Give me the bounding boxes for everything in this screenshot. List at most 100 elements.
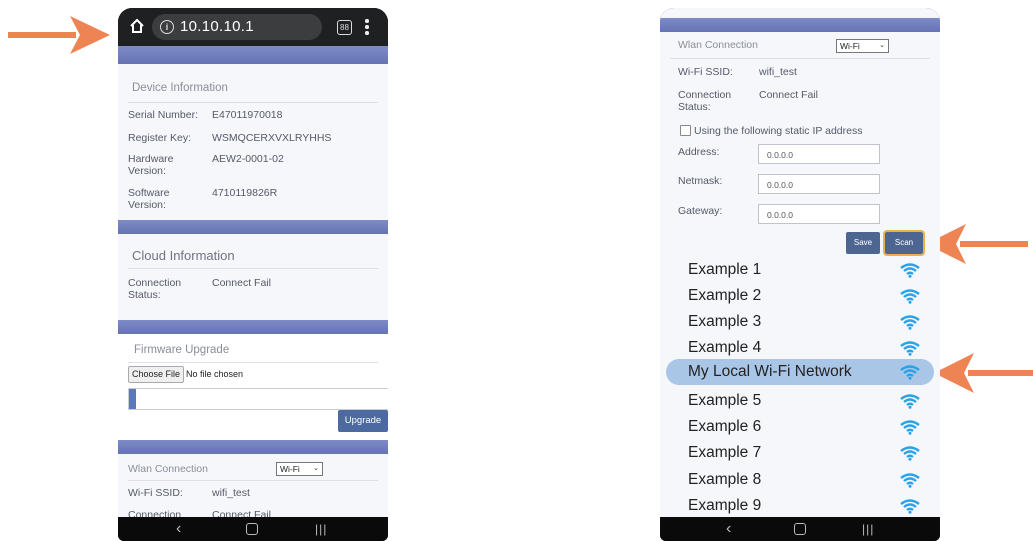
wifi-signal-icon xyxy=(900,420,920,440)
browser-toolbar: i 10.10.10.1 88 xyxy=(118,8,388,46)
wifi-signal-icon xyxy=(900,315,920,335)
wlan-connection-section: Wlan Connection Wi-Fi ⌄ Wi-Fi SSID: wifi… xyxy=(118,454,388,517)
wlan-connection-value: Connect Fail xyxy=(212,509,271,517)
left-phone-screen: i 10.10.10.1 88 Device Information Seria… xyxy=(118,8,388,541)
section-title: Cloud Information xyxy=(132,248,235,263)
cloud-information-section: Cloud Information Connection Status: Con… xyxy=(118,234,388,320)
arrow-to-address-bar xyxy=(8,16,110,54)
network-name: Example 8 xyxy=(688,471,762,488)
cloud-connection-label: Connection Status: xyxy=(128,277,182,301)
static-ip-label[interactable]: Using the following static IP address xyxy=(694,125,862,137)
wlan-mode-select[interactable]: Wi-Fi ⌄ xyxy=(276,462,323,476)
network-name: Example 9 xyxy=(688,497,762,514)
network-row-selected[interactable]: My Local Wi-Fi Network xyxy=(666,359,934,385)
netmask-field[interactable]: 0.0.0.0 xyxy=(758,174,880,194)
no-file-text: No file chosen xyxy=(186,369,244,379)
divider xyxy=(128,480,378,481)
wifi-signal-icon xyxy=(900,365,920,385)
wifi-signal-icon xyxy=(900,446,920,466)
section-title: Firmware Upgrade xyxy=(134,344,230,356)
home-nav-icon[interactable] xyxy=(246,523,258,535)
network-name: Example 3 xyxy=(688,313,762,330)
network-name: Example 4 xyxy=(688,339,762,356)
ssid-label: Wi-Fi SSID: xyxy=(678,66,733,78)
upgrade-button[interactable]: Upgrade xyxy=(338,410,388,432)
divider xyxy=(128,102,378,103)
wlan-title: Wlan Connection xyxy=(128,463,208,475)
section-band xyxy=(660,18,940,32)
network-name: Example 6 xyxy=(688,418,762,435)
wlan-mode-value: Wi-Fi xyxy=(280,464,300,474)
chevron-down-icon: ⌄ xyxy=(879,42,885,49)
network-row[interactable]: Example 9 xyxy=(666,493,934,517)
wifi-signal-icon xyxy=(900,473,920,493)
network-name: My Local Wi-Fi Network xyxy=(688,363,852,380)
url-text[interactable]: 10.10.10.1 xyxy=(180,14,254,40)
upload-progress-bar xyxy=(128,388,388,410)
hardware-version-label: Hardware Version: xyxy=(128,153,174,177)
network-row[interactable]: Example 6 xyxy=(666,414,934,440)
wlan-connection-label: Connection xyxy=(128,509,182,517)
right-phone-screen: Wlan Connection Wi-Fi ⌄ Wi-Fi SSID: wifi… xyxy=(660,8,940,541)
network-name: Example 1 xyxy=(688,261,762,278)
section-title: Device Information xyxy=(132,82,228,94)
cloud-connection-value: Connect Fail xyxy=(212,277,271,289)
connection-status-value: Connect Fail xyxy=(759,89,818,101)
network-row[interactable]: Example 3 xyxy=(666,309,934,335)
home-nav-icon[interactable] xyxy=(794,523,806,535)
wlan-settings-page: Wlan Connection Wi-Fi ⌄ Wi-Fi SSID: wifi… xyxy=(660,8,940,517)
address-label: Address: xyxy=(678,146,720,158)
overflow-menu-icon[interactable] xyxy=(365,19,369,37)
ssid-value: wifi_test xyxy=(759,66,797,78)
wlan-mode-value: Wi-Fi xyxy=(840,41,860,51)
register-key-value: WSMQCERXVXLRYHHS xyxy=(212,132,332,144)
network-row[interactable]: Example 1 xyxy=(666,257,934,283)
chevron-down-icon: ⌄ xyxy=(313,465,319,472)
scan-button[interactable]: Scan xyxy=(883,230,925,256)
network-name: Example 5 xyxy=(688,392,762,409)
divider xyxy=(128,268,378,269)
wifi-signal-icon xyxy=(900,289,920,309)
device-information-section: Device Information Serial Number: E47011… xyxy=(118,64,388,220)
netmask-label: Netmask: xyxy=(678,175,723,187)
wlan-title: Wlan Connection xyxy=(678,39,758,51)
arrow-to-local-network xyxy=(934,353,1033,393)
network-row[interactable]: Example 4 xyxy=(666,335,934,361)
address-field[interactable]: 0.0.0.0 xyxy=(758,144,880,164)
info-icon[interactable]: i xyxy=(160,20,174,34)
network-row[interactable]: Example 5 xyxy=(666,388,934,414)
gateway-label: Gateway: xyxy=(678,205,723,217)
back-icon[interactable]: ‹ xyxy=(726,521,731,537)
back-icon[interactable]: ‹ xyxy=(176,521,181,537)
network-row[interactable]: Example 7 xyxy=(666,440,934,466)
register-key-label: Register Key: xyxy=(128,132,192,144)
software-version-label: Software Version: xyxy=(128,187,170,211)
connection-status-label: Connection Status: xyxy=(678,89,732,113)
section-band xyxy=(118,440,388,454)
hardware-version-value: AEW2-0001-02 xyxy=(212,153,284,165)
network-row[interactable]: Example 8 xyxy=(666,467,934,493)
static-ip-checkbox[interactable] xyxy=(680,125,691,136)
wifi-signal-icon xyxy=(900,394,920,414)
ssid-label: Wi-Fi SSID: xyxy=(128,487,183,499)
address-bar[interactable]: i 10.10.10.1 xyxy=(152,14,322,40)
divider xyxy=(128,362,378,363)
save-button[interactable]: Save xyxy=(846,232,880,254)
wlan-mode-select[interactable]: Wi-Fi ⌄ xyxy=(836,39,889,53)
home-icon[interactable] xyxy=(128,17,146,35)
section-band xyxy=(118,320,388,334)
divider xyxy=(670,58,930,59)
tabs-switcher-icon[interactable]: 88 xyxy=(337,20,352,35)
gateway-field[interactable]: 0.0.0.0 xyxy=(758,204,880,224)
network-row[interactable]: Example 2 xyxy=(666,283,934,309)
recent-apps-icon[interactable]: ||| xyxy=(862,522,874,536)
serial-number-value: E47011970018 xyxy=(212,109,283,121)
wifi-signal-icon xyxy=(900,341,920,361)
router-settings-page: Device Information Serial Number: E47011… xyxy=(118,46,388,517)
ssid-value: wifi_test xyxy=(212,487,250,499)
recent-apps-icon[interactable]: ||| xyxy=(315,522,327,536)
choose-file-button[interactable]: Choose File xyxy=(128,366,185,383)
android-nav-bar: ‹ ||| xyxy=(660,517,940,541)
wifi-signal-icon xyxy=(900,263,920,283)
android-nav-bar: ‹ ||| xyxy=(118,517,388,541)
